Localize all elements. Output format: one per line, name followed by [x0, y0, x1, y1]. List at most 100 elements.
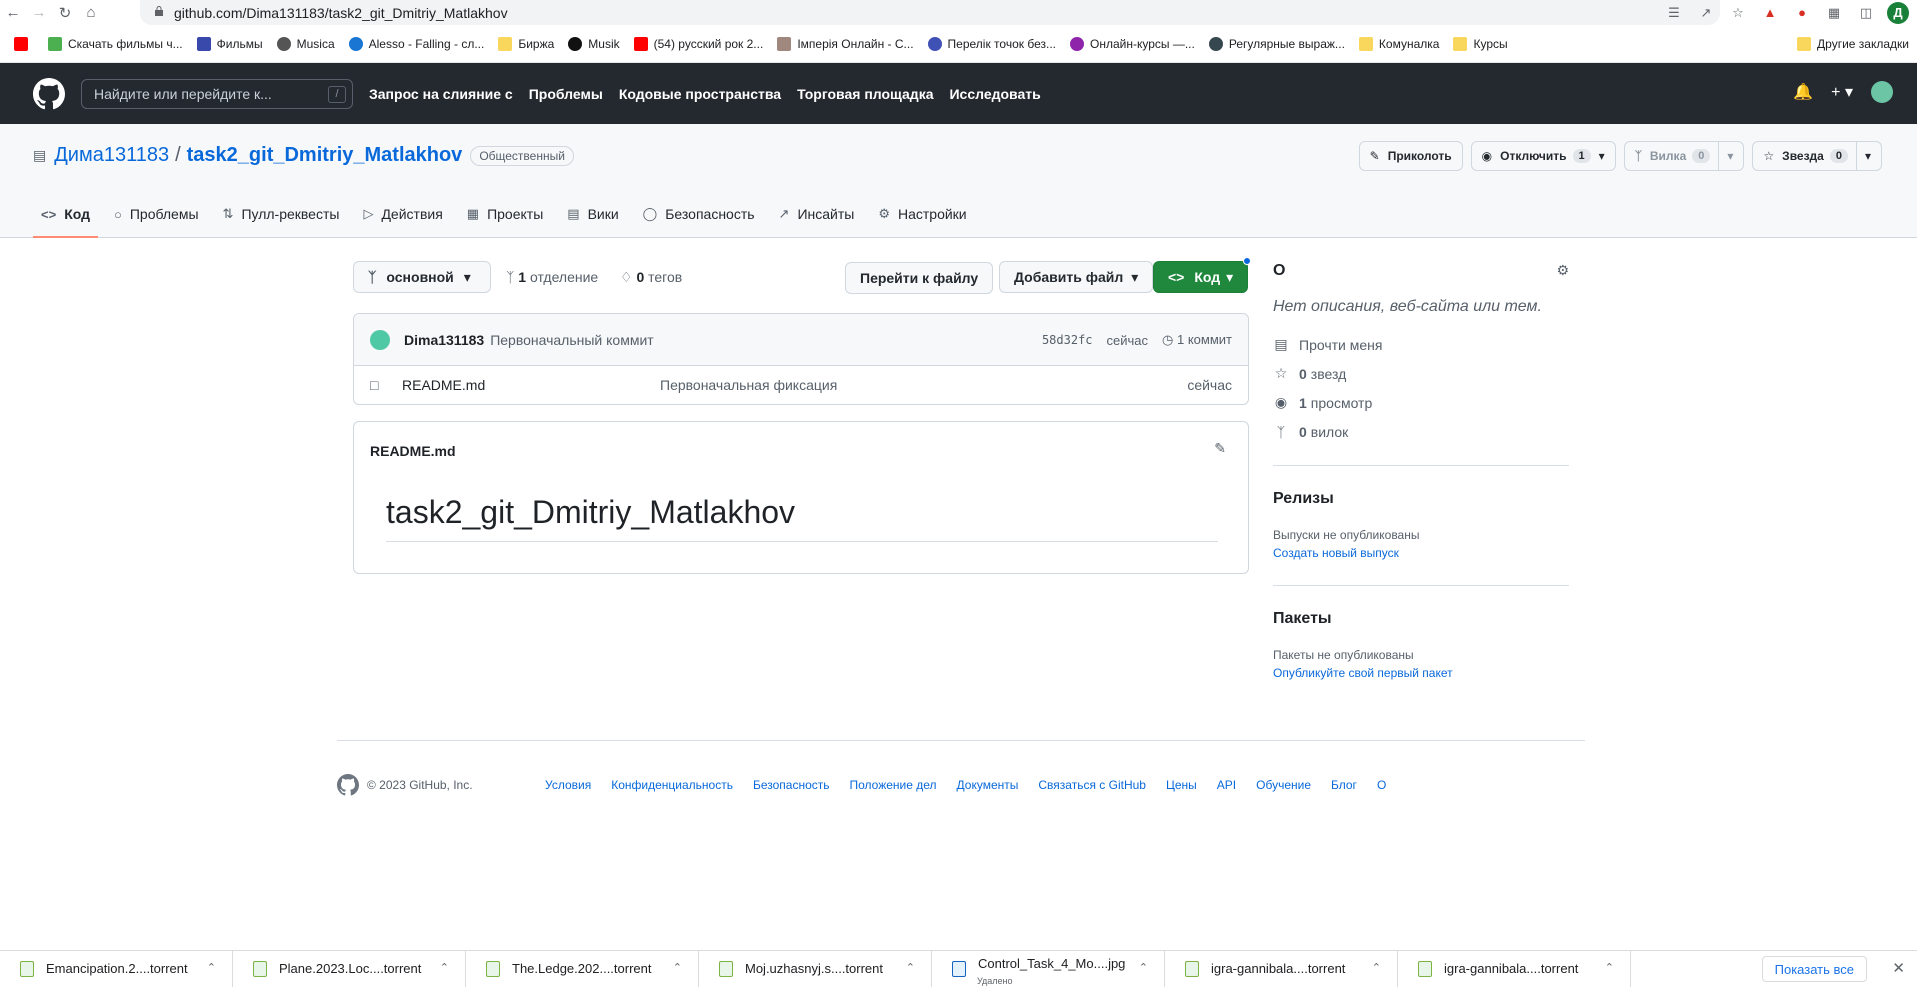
nav-explore[interactable]: Исследовать	[949, 86, 1040, 102]
other-bookmarks[interactable]: Другие закладки	[1797, 37, 1909, 51]
chevron-up-icon[interactable]: ⌃	[1372, 961, 1381, 974]
reload-icon[interactable]: ↻	[52, 0, 78, 25]
download-item[interactable]: Plane.2023.Loc....torrent ⌃	[233, 950, 466, 987]
plus-dropdown-icon[interactable]: + ▾	[1831, 82, 1853, 102]
bookmark-0[interactable]: Скачать фильмы ч...	[48, 36, 183, 51]
branch-select[interactable]: ᛉ основной ▾	[353, 261, 491, 293]
nav-issues[interactable]: Проблемы	[529, 86, 603, 102]
extension-red-icon[interactable]: ●	[1791, 2, 1813, 24]
nav-pulls[interactable]: Запрос на слияние с	[369, 86, 513, 102]
watch-button[interactable]: ◉ Отключить 1 ▾	[1470, 141, 1616, 171]
publish-package-link[interactable]: Опубликуйте свой первый пакет	[1273, 666, 1569, 680]
download-item[interactable]: Control_Task_4_Mo....jpg Удалено ⌃	[932, 950, 1165, 987]
tab-issues[interactable]: ○ Проблемы	[106, 190, 207, 238]
chevron-up-icon[interactable]: ⌃	[673, 961, 682, 974]
gear-icon[interactable]: ⚙	[1556, 262, 1569, 279]
bookmark-youtube[interactable]	[14, 36, 34, 51]
readme-link[interactable]: ▤ Прочти меня	[1273, 336, 1569, 353]
watchers-link[interactable]: ◉ 1 просмотр	[1273, 394, 1569, 411]
forks-link[interactable]: ᛉ 0 вилок	[1273, 423, 1569, 440]
extensions-puzzle-icon[interactable]: ▦	[1823, 2, 1845, 24]
user-avatar[interactable]	[1871, 81, 1893, 103]
footer-link-contact[interactable]: Связаться с GitHub	[1038, 778, 1146, 792]
bookmark-9[interactable]: Онлайн-курсы —...	[1069, 36, 1195, 51]
table-row[interactable]: □ README.md Первоначальная фиксация сейч…	[354, 366, 1248, 404]
sidepanel-icon[interactable]: ◫	[1855, 2, 1877, 24]
footer-link-security[interactable]: Безопасность	[753, 778, 830, 792]
nav-marketplace[interactable]: Торговая площадка	[797, 86, 933, 102]
bookmark-1[interactable]: Фильмы	[196, 36, 263, 51]
bookmark-8[interactable]: Перелік точок без...	[927, 36, 1056, 51]
branches-link[interactable]: ᛉ 1 отделение	[506, 269, 598, 285]
translate-icon[interactable]: ☰	[1663, 2, 1685, 24]
file-name[interactable]: README.md	[402, 377, 485, 393]
bell-icon[interactable]: 🔔	[1793, 82, 1813, 102]
author-avatar[interactable]	[370, 329, 390, 350]
chevron-up-icon[interactable]: ⌃	[1605, 961, 1614, 974]
chevron-up-icon[interactable]: ⌃	[906, 961, 915, 974]
show-all-downloads-button[interactable]: Показать все	[1761, 956, 1867, 982]
bookmark-4[interactable]: Биржа	[498, 36, 554, 51]
search-input[interactable]: Найдите или перейдите к... /	[81, 78, 353, 109]
download-item[interactable]: igra-gannibala....torrent ⌃	[1165, 950, 1398, 987]
tab-code[interactable]: <> Код	[33, 190, 98, 238]
tab-pulls[interactable]: ⇅ Пулл-реквесты	[215, 190, 348, 238]
tags-link[interactable]: ♢ 0 тегов	[620, 269, 682, 286]
bookmark-11[interactable]: Комуналка	[1358, 36, 1439, 51]
commit-sha[interactable]: 58d32fc	[1042, 333, 1093, 347]
github-logo-icon[interactable]	[33, 77, 65, 110]
file-commit-message[interactable]: Первоначальная фиксация	[660, 377, 837, 393]
forward-icon[interactable]: →	[26, 0, 52, 25]
bookmark-3[interactable]: Alesso - Falling - сл...	[348, 36, 484, 51]
footer-link-status[interactable]: Положение дел	[850, 778, 937, 792]
chevron-up-icon[interactable]: ⌃	[207, 961, 216, 974]
create-release-link[interactable]: Создать новый выпуск	[1273, 546, 1569, 560]
footer-link-terms[interactable]: Условия	[545, 778, 591, 792]
back-icon[interactable]: ←	[0, 0, 26, 25]
bookmark-6[interactable]: (54) русский рок 2...	[633, 36, 763, 51]
go-to-file-button[interactable]: Перейти к файлу	[845, 262, 994, 294]
download-item[interactable]: Moj.uzhasnyj.s....torrent ⌃	[699, 950, 932, 987]
github-logo-icon[interactable]	[337, 774, 359, 796]
footer-link-docs[interactable]: Документы	[957, 778, 1019, 792]
bookmark-10[interactable]: Регулярные выраж...	[1208, 36, 1345, 51]
commit-author[interactable]: Dima131183	[404, 332, 484, 348]
chevron-down-icon[interactable]: ▾	[1855, 141, 1871, 171]
download-item[interactable]: igra-gannibala....torrent ⌃	[1398, 950, 1631, 987]
share-icon[interactable]: ↗	[1695, 2, 1717, 24]
tab-security[interactable]: ◯ Безопасность	[635, 190, 763, 238]
commit-message[interactable]: Первоначальный коммит	[490, 332, 654, 348]
tab-settings[interactable]: ⚙ Настройки	[870, 190, 974, 238]
readme-title[interactable]: README.md	[370, 443, 456, 459]
chevron-up-icon[interactable]: ⌃	[440, 961, 449, 974]
download-item[interactable]: Emancipation.2....torrent ⌃	[0, 950, 233, 987]
releases-title[interactable]: Релизы	[1273, 490, 1569, 508]
close-icon[interactable]: ✕	[1892, 959, 1905, 977]
bookmark-12[interactable]: Курсы	[1453, 36, 1508, 51]
footer-link-training[interactable]: Обучение	[1256, 778, 1311, 792]
address-bar[interactable]: github.com/Dima131183/task2_git_Dmitriy_…	[140, 0, 1720, 25]
bookmark-star-icon[interactable]: ☆	[1727, 2, 1749, 24]
home-icon[interactable]: ⌂	[78, 0, 104, 25]
bookmark-2[interactable]: Musica	[276, 36, 335, 51]
star-button[interactable]: ☆ Звезда 0 ▾	[1752, 141, 1882, 171]
footer-link-privacy[interactable]: Конфиденциальность	[611, 778, 733, 792]
tab-actions[interactable]: ▷ Действия	[355, 190, 450, 238]
chevron-up-icon[interactable]: ⌃	[1139, 961, 1148, 974]
nav-codespaces[interactable]: Кодовые пространства	[619, 86, 781, 102]
bookmark-5[interactable]: Musik	[568, 36, 620, 51]
footer-link-api[interactable]: API	[1217, 778, 1236, 792]
footer-link-blog[interactable]: Блог	[1331, 778, 1357, 792]
download-item[interactable]: The.Ledge.202....torrent ⌃	[466, 950, 699, 987]
tab-insights[interactable]: ↗ Инсайты	[771, 190, 863, 238]
footer-link-pricing[interactable]: Цены	[1166, 778, 1197, 792]
stars-link[interactable]: ☆ 0 звезд	[1273, 365, 1569, 382]
profile-avatar[interactable]: Д	[1887, 1, 1909, 24]
repo-owner-link[interactable]: Дима131183	[54, 144, 169, 167]
repo-name-link[interactable]: task2_git_Dmitriy_Matlakhov	[187, 144, 463, 167]
bookmark-7[interactable]: Імперія Онлайн - С...	[777, 36, 914, 51]
chevron-down-icon[interactable]: ▾	[1718, 141, 1733, 171]
tab-projects[interactable]: ▦ Проекты	[459, 190, 551, 238]
footer-link-about[interactable]: О	[1377, 778, 1386, 792]
code-button[interactable]: <> Код ▾	[1153, 257, 1252, 293]
